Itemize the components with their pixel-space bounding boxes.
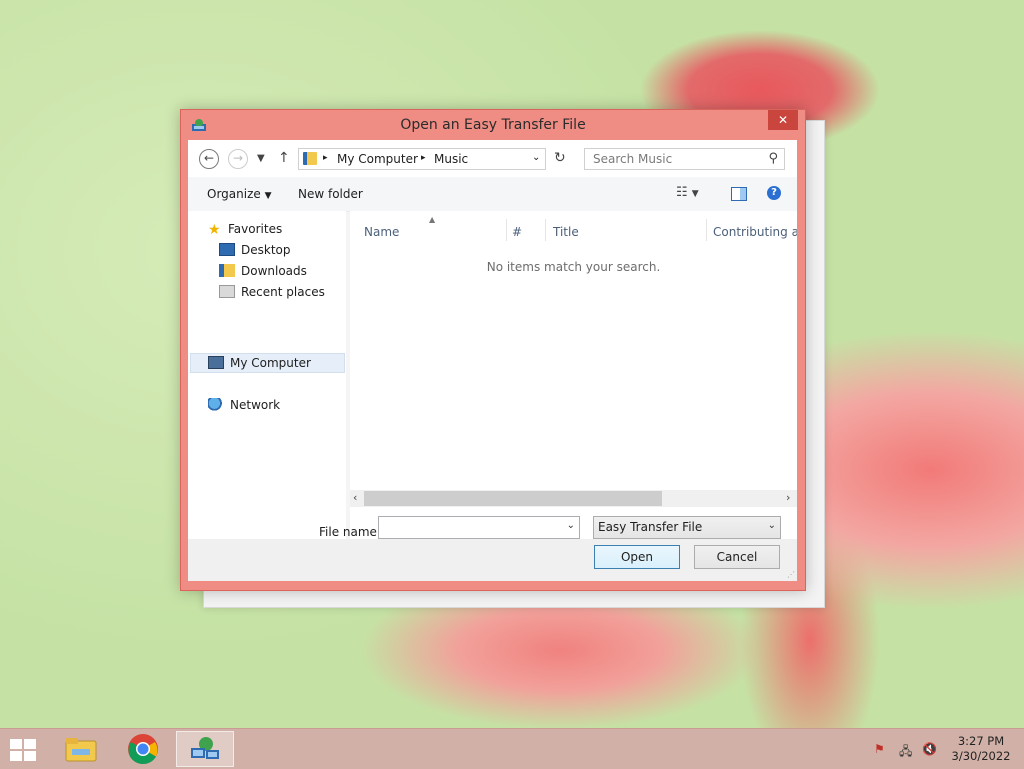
scroll-right-icon[interactable]: › (786, 491, 790, 504)
sort-ascending-icon: ▲ (429, 215, 436, 224)
action-center-flag-icon[interactable]: ⚑ (874, 742, 890, 756)
breadcrumb-music[interactable]: Music (434, 152, 468, 166)
taskbar: ⚑ 🖧 🔇 3:27 PM 3/30/2022 (0, 728, 1024, 769)
nav-favorites-label: Favorites (228, 222, 283, 236)
column-separator[interactable] (545, 219, 546, 241)
new-folder-button[interactable]: New folder (298, 187, 363, 201)
nav-item-my-computer-label: My Computer (230, 356, 311, 370)
file-type-value: Easy Transfer File (598, 520, 703, 534)
nav-item-desktop[interactable]: Desktop (219, 243, 291, 257)
breadcrumb-separator-icon: ▸ (323, 153, 328, 163)
command-toolbar: Organize ▼ New folder ☷ ▼ ? (188, 177, 797, 212)
breadcrumb-separator-icon: ▸ (421, 153, 426, 163)
column-header-name[interactable]: Name (364, 225, 399, 239)
forward-arrow-icon[interactable]: → (228, 149, 248, 169)
column-separator[interactable] (706, 219, 707, 241)
file-name-dropdown-icon[interactable]: ⌄ (567, 520, 575, 531)
dialog-footer: File name: ⌄ Easy Transfer File ⌄ Open C… (188, 516, 797, 581)
file-list: ▲ Name # Title Contributing art No items… (350, 211, 797, 539)
windows-logo-icon (10, 751, 22, 761)
organize-label: Organize (207, 187, 261, 201)
nav-item-desktop-label: Desktop (241, 243, 291, 257)
file-type-select[interactable]: Easy Transfer File ⌄ (593, 516, 781, 539)
refresh-icon[interactable]: ↻ (554, 150, 566, 166)
column-header-number[interactable]: # (512, 225, 522, 239)
file-type-dropdown-icon: ⌄ (767, 520, 776, 531)
nav-item-downloads-label: Downloads (241, 264, 307, 278)
column-separator[interactable] (506, 219, 507, 241)
nav-item-network[interactable]: Network (208, 398, 280, 412)
nav-item-downloads[interactable]: Downloads (219, 264, 307, 278)
search-input[interactable]: Search Music (593, 152, 672, 166)
computer-icon (208, 356, 224, 369)
search-box[interactable]: Search Music ⚲ (584, 148, 785, 170)
navigation-bar: ← → ▼ ↑ ▸ My Computer ▸ Music ⌄ ↻ Search… (188, 140, 797, 177)
easy-transfer-icon (191, 737, 219, 759)
search-icon: ⚲ (768, 151, 778, 166)
close-button[interactable]: ✕ (768, 110, 798, 130)
preview-pane-icon[interactable] (731, 187, 747, 201)
open-button[interactable]: Open (594, 545, 680, 569)
windows-logo-icon (24, 751, 36, 761)
organize-button[interactable]: Organize ▼ (207, 187, 272, 201)
chrome-icon (128, 734, 158, 765)
dialog-client-area: ← → ▼ ↑ ▸ My Computer ▸ Music ⌄ ↻ Search… (188, 140, 797, 581)
address-bar[interactable]: ▸ My Computer ▸ Music ⌄ (298, 148, 546, 170)
start-button[interactable] (10, 739, 38, 761)
network-status-icon[interactable]: 🖧 (899, 742, 915, 758)
organize-chevron-icon: ▼ (264, 191, 272, 201)
windows-logo-icon (24, 739, 36, 749)
horizontal-scrollbar[interactable]: ‹ › (350, 490, 797, 507)
back-arrow-icon[interactable]: ← (199, 149, 219, 169)
taskbar-chrome[interactable] (116, 731, 170, 767)
nav-item-my-computer[interactable]: My Computer (208, 356, 311, 370)
address-dropdown-icon[interactable]: ⌄ (532, 152, 540, 163)
taskbar-file-explorer[interactable] (54, 731, 108, 767)
clock-date: 3/30/2022 (951, 749, 1011, 763)
column-header-contributing-artists[interactable]: Contributing art (713, 225, 797, 239)
dialog-titlebar[interactable]: Open an Easy Transfer File ✕ (181, 110, 805, 140)
resize-grip-icon[interactable]: ⋰ (787, 570, 795, 579)
recent-locations-chevron-icon[interactable]: ▼ (257, 153, 265, 164)
library-folder-icon (303, 152, 317, 165)
scroll-left-icon[interactable]: ‹ (353, 491, 357, 504)
nav-favorites[interactable]: ★ Favorites (208, 222, 283, 238)
column-header-title[interactable]: Title (553, 225, 579, 239)
scrollbar-thumb[interactable] (364, 491, 662, 506)
system-clock[interactable]: 3:27 PM 3/30/2022 (948, 734, 1014, 764)
file-explorer-icon (65, 738, 97, 762)
network-icon (208, 398, 224, 411)
clock-time: 3:27 PM (957, 734, 1005, 748)
file-name-label: File name: (319, 525, 381, 539)
file-name-input[interactable]: ⌄ (378, 516, 580, 539)
open-file-dialog: Open an Easy Transfer File ✕ ← → ▼ ↑ ▸ M… (180, 109, 806, 591)
windows-logo-icon (10, 739, 22, 749)
empty-list-message: No items match your search. (486, 260, 661, 274)
cancel-button[interactable]: Cancel (694, 545, 780, 569)
volume-muted-icon[interactable]: 🔇 (922, 742, 938, 756)
dialog-title: Open an Easy Transfer File (400, 117, 586, 133)
star-icon: ★ (208, 222, 221, 238)
nav-item-recent-places[interactable]: Recent places (219, 285, 325, 299)
help-icon[interactable]: ? (767, 186, 781, 200)
nav-item-network-label: Network (230, 398, 281, 412)
taskbar-easy-transfer[interactable] (176, 731, 234, 767)
breadcrumb-my-computer[interactable]: My Computer (337, 152, 418, 166)
downloads-folder-icon (219, 264, 235, 277)
nav-item-recent-places-label: Recent places (241, 285, 325, 299)
recent-places-icon (219, 285, 235, 298)
desktop-icon (219, 243, 235, 256)
navigation-pane: ★ Favorites Desktop Downloads Recent plac… (188, 211, 346, 539)
up-arrow-icon[interactable]: ↑ (278, 150, 290, 166)
view-options-icon[interactable]: ☷ ▼ (676, 185, 699, 200)
